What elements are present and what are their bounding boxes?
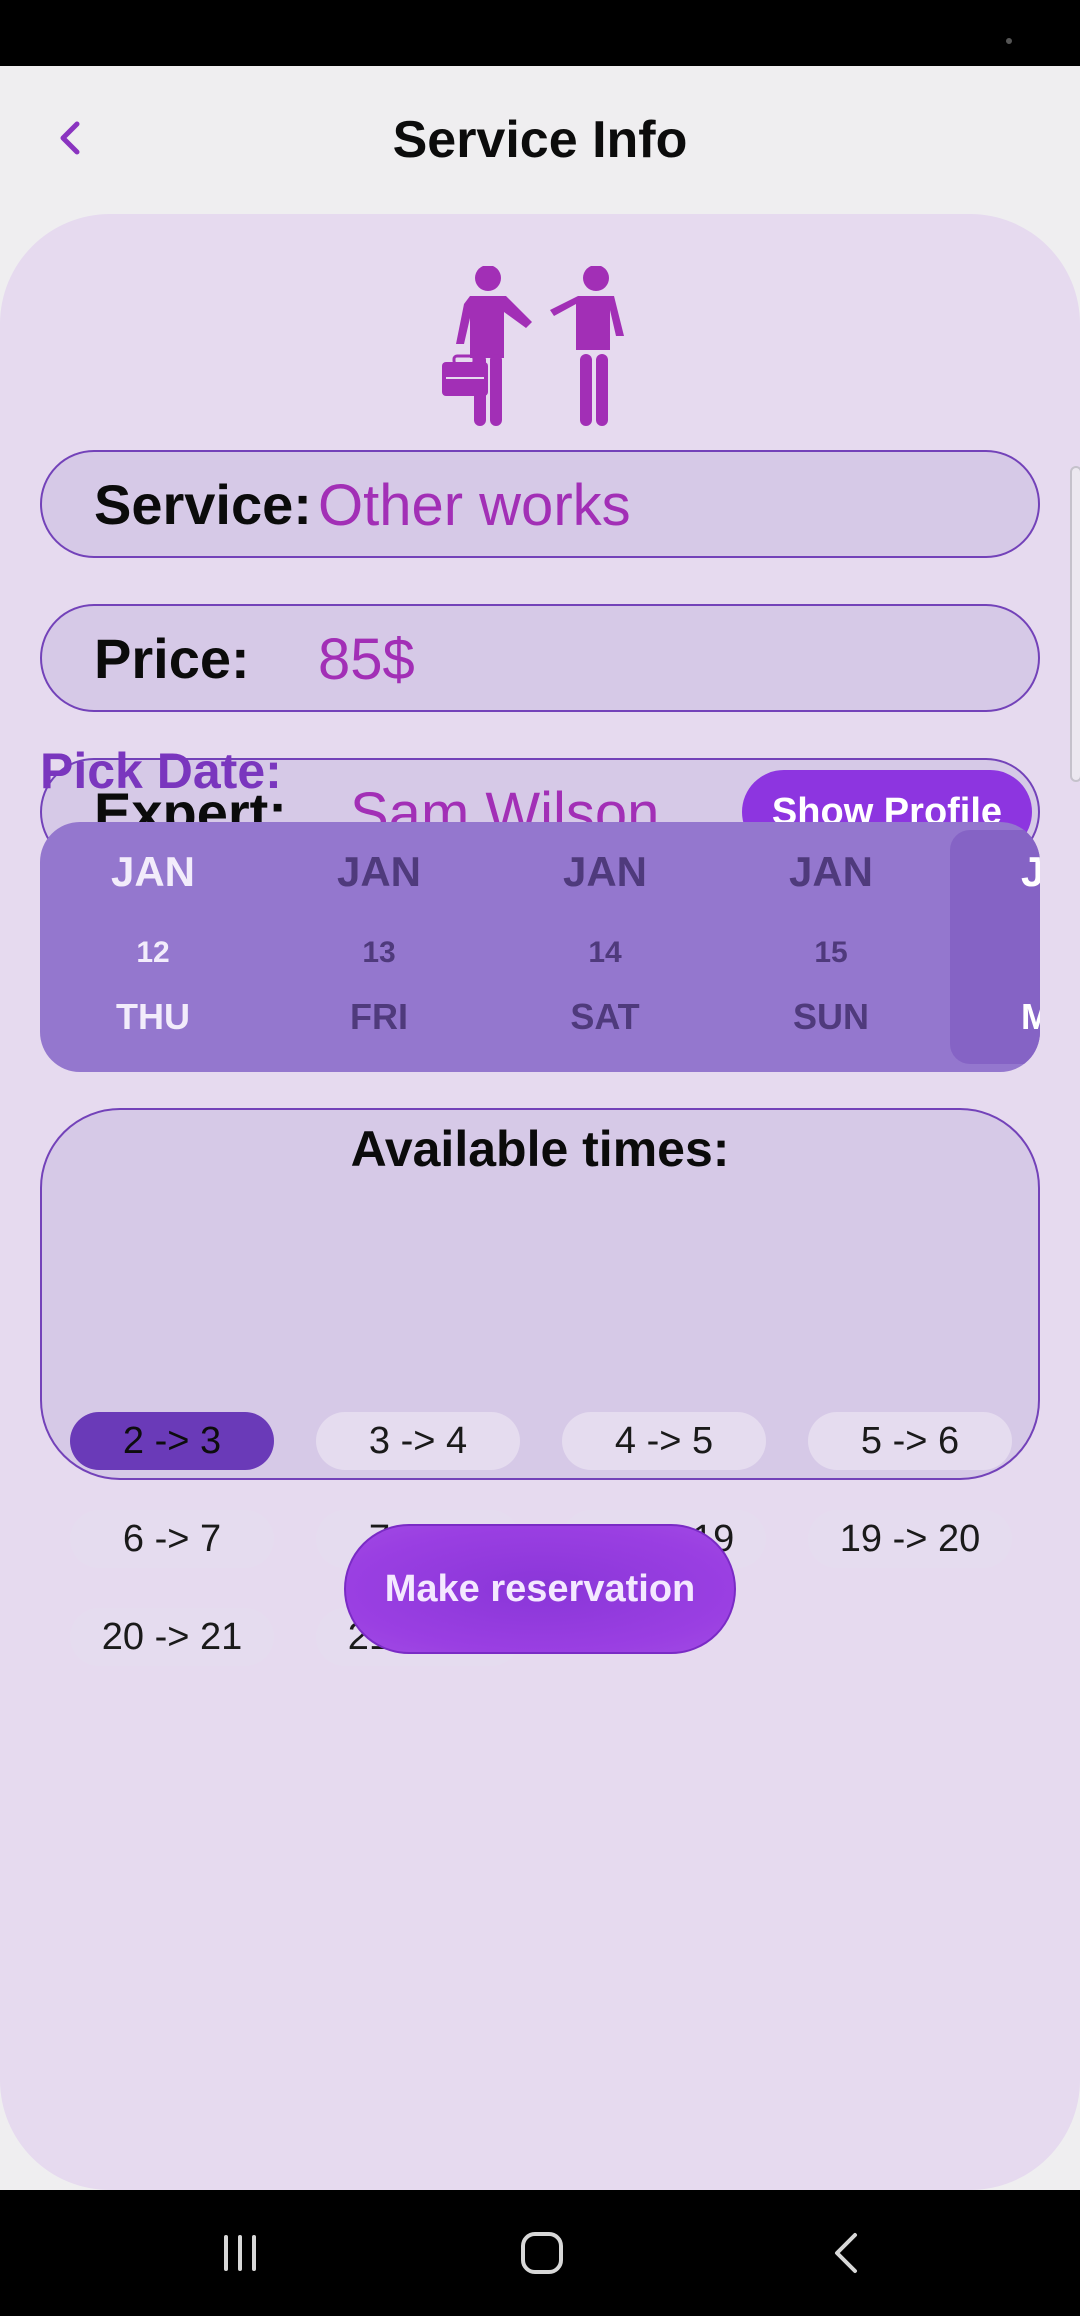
date-month: JAN (562, 848, 648, 895)
service-row: Service: Other works (40, 450, 1040, 558)
time-slot[interactable]: 6 -> 7 (70, 1510, 274, 1568)
time-slot[interactable]: 5 -> 6 (808, 1412, 1012, 1470)
date-item[interactable]: JAN 12 THU (40, 822, 266, 1072)
service-value: Other works (318, 473, 631, 538)
date-item-selected[interactable]: JAN 16 MON (950, 830, 1040, 1064)
status-bar (0, 0, 1080, 66)
available-times-panel: Available times: 2 -> 3 3 -> 4 4 -> 5 5 … (40, 1108, 1040, 1666)
date-picker-strip[interactable]: JAN 12 THU JAN 13 FRI JAN 14 SAT JAN 15 … (40, 822, 1040, 1072)
date-item[interactable]: JAN 14 SAT (492, 822, 718, 1072)
date-day: 14 (588, 936, 622, 969)
date-weekday: MON (1021, 996, 1040, 1037)
date-day: 16 (950, 936, 1040, 970)
make-reservation-button[interactable]: Make reservation (344, 1524, 736, 1654)
date-weekday: THU (116, 996, 190, 1037)
time-slot[interactable]: 19 -> 20 (808, 1510, 1012, 1568)
date-item[interactable]: JAN 15 SUN (718, 822, 944, 1072)
status-indicator-icon (1004, 36, 1014, 46)
system-back-button[interactable] (806, 2220, 886, 2286)
date-day: 15 (814, 936, 848, 969)
available-times-title: Available times: (350, 1121, 730, 1177)
date-month: JAN (1020, 848, 1040, 895)
pick-date-label: Pick Date: (40, 743, 282, 799)
home-icon (521, 2232, 563, 2274)
recent-apps-button[interactable] (200, 2220, 280, 2286)
date-weekday: SAT (570, 996, 640, 1037)
date-day: 13 (362, 936, 396, 969)
home-button[interactable] (502, 2220, 582, 2286)
date-weekday: FRI (350, 996, 408, 1037)
time-slot[interactable]: 4 -> 5 (562, 1412, 766, 1470)
back-icon (835, 2233, 857, 2273)
date-month: JAN (110, 848, 196, 895)
time-slot[interactable]: 3 -> 4 (316, 1412, 520, 1470)
price-label: Price: (94, 627, 250, 690)
date-day: 12 (136, 936, 170, 969)
price-row: Price: 85$ (40, 604, 1040, 712)
system-nav-bar (0, 2190, 1080, 2316)
service-label: Service: (94, 473, 312, 536)
header: Service Info (0, 66, 1080, 216)
date-weekday: SUN (792, 996, 869, 1037)
price-value: 85$ (318, 627, 415, 692)
date-month: JAN (336, 848, 422, 895)
scrollbar-handle[interactable] (1070, 466, 1080, 782)
page-title: Service Info (392, 111, 688, 169)
business-handshake-icon (442, 266, 624, 426)
date-item[interactable]: JAN 13 FRI (266, 822, 492, 1072)
time-slot[interactable]: 20 -> 21 (70, 1608, 274, 1666)
recent-apps-icon (224, 2235, 256, 2271)
date-month: JAN (788, 848, 874, 895)
time-slot-selected[interactable]: 2 -> 3 (70, 1412, 274, 1470)
